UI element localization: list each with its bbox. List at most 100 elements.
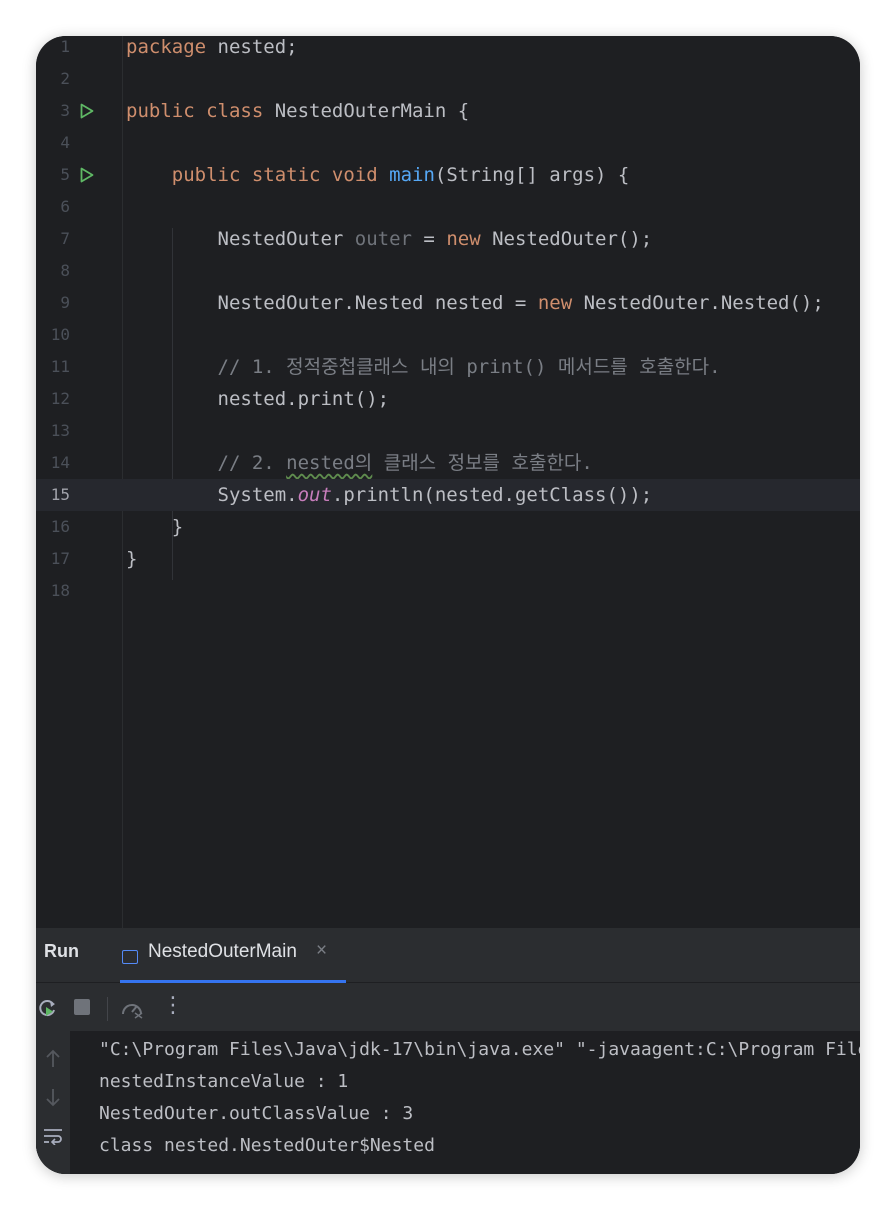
code-token: NestedOuter.Nested nested = [126,292,538,314]
code-text: } [126,511,183,543]
scroll-down-arrow-icon[interactable] [44,1087,62,1107]
code-text: package nested; [126,36,298,63]
code-line[interactable]: 11 // 1. 정적중첩클래스 내의 print() 메서드를 호출한다. [36,351,860,383]
code-text: public class NestedOuterMain { [126,95,469,127]
code-line[interactable]: 16 } [36,511,860,543]
code-line[interactable]: 14 // 2. nested의 클래스 정보를 호출한다. [36,447,860,479]
code-token: } [126,548,138,570]
code-text: System.out.println(nested.getClass()); [126,479,653,511]
line-number: 18 [50,581,70,600]
console-line: class nested.NestedOuter$Nested [99,1135,435,1156]
code-token: // 2. [126,452,287,474]
console-lines: "C:\Program Files\Java\jdk-17\bin\java.e… [99,1034,860,1162]
code-line[interactable]: 2 [36,63,860,95]
code-token: nested.print(); [126,388,390,410]
code-token: out [297,484,332,506]
code-token: // 1. 정적중첩클래스 내의 print() 메서드를 호출한다. [126,356,721,378]
code-text: // 2. nested의 클래스 정보를 호출한다. [126,447,593,479]
run-config-icon [122,950,138,964]
line-number: 11 [50,357,70,376]
line-number: 4 [60,133,70,152]
code-token: new [537,292,573,314]
code-token: public class [126,100,264,122]
code-token: nested의 [286,452,373,474]
line-number: 16 [50,517,70,536]
run-tab-bar: Run NestedOuterMain × [36,928,860,983]
line-number: 14 [50,453,70,472]
code-text: public static void main(String[] args) { [126,159,630,191]
line-number: 13 [50,421,70,440]
console-line: nestedInstanceValue : 1 [99,1071,349,1092]
code-text: NestedOuter.Nested nested = new NestedOu… [126,287,824,319]
code-text: } [126,543,137,575]
code-token: NestedOuter(); [480,228,653,250]
code-token: new [446,228,481,250]
code-token: (String[] args) { [434,164,630,186]
code-line[interactable]: 8 [36,255,860,287]
line-number: 9 [60,293,70,312]
code-token: 클래스 정보를 호출한다. [372,452,593,474]
coverage-gauge-icon[interactable] [120,998,144,1020]
code-token: } [126,516,184,538]
run-triangle-icon[interactable] [80,103,94,119]
code-token: public static void [126,164,378,186]
code-line[interactable]: 9 NestedOuter.Nested nested = new Nested… [36,287,860,319]
line-number: 5 [60,165,70,184]
code-token: nested; [206,36,298,58]
code-line[interactable]: 13 [36,415,860,447]
run-panel-title: Run [44,941,79,961]
code-line[interactable]: 17} [36,543,860,575]
code-token: NestedOuter [126,228,355,250]
code-token: NestedOuter.Nested(); [572,292,824,314]
line-number: 2 [60,69,70,88]
line-number: 12 [50,389,70,408]
ide-window: 1 package nested; 2 3 public class NestedOut… [36,36,860,1174]
more-vertical-icon[interactable]: ⋮ [162,993,184,1018]
code-editor[interactable]: 1 package nested; 2 3 public class NestedOut… [36,36,860,928]
tab-nestedoutermain[interactable]: NestedOuterMain × [120,928,346,983]
code-line[interactable]: 18 [36,575,860,607]
code-text: NestedOuter outer = new NestedOuter(); [126,223,653,255]
code-token: NestedOuterMain { [263,100,470,122]
code-line[interactable]: 6 [36,191,860,223]
code-text: nested.print(); [126,383,390,415]
code-line[interactable]: 12 nested.print(); [36,383,860,415]
stop-icon[interactable] [74,999,90,1015]
scroll-up-arrow-icon[interactable] [44,1049,62,1069]
code-line[interactable]: 1 package nested; [36,36,860,63]
console-line: "C:\Program Files\Java\jdk-17\bin\java.e… [99,1039,860,1060]
code-text: // 1. 정적중첩클래스 내의 print() 메서드를 호출한다. [126,351,721,383]
tab-label: NestedOuterMain [148,941,297,962]
run-toolbar: ⋮ [36,983,860,1031]
code-token: package [126,36,207,58]
code-token: outer [354,228,412,250]
code-token: System. [126,484,298,506]
code-line[interactable]: 10 [36,319,860,351]
code-line[interactable]: 15 System.out.println(nested.getClass())… [36,479,860,511]
line-number: 7 [60,229,70,248]
line-number: 10 [50,325,70,344]
toolbar-separator [107,997,108,1021]
soft-wrap-icon[interactable] [42,1127,64,1145]
code-line[interactable]: 3 public class NestedOuterMain { [36,95,860,127]
console-side-toolbar [36,1031,70,1174]
code-line[interactable]: 5 public static void main(String[] args)… [36,159,860,191]
line-number: 8 [60,261,70,280]
code-token: main [389,164,435,186]
tab-close-icon[interactable]: × [316,940,327,962]
run-triangle-icon[interactable] [80,167,94,183]
line-number: 15 [50,485,70,504]
code-line[interactable]: 4 [36,127,860,159]
line-number: 1 [60,37,70,56]
code-token: .println(nested.getClass()); [331,484,653,506]
console-output[interactable]: "C:\Program Files\Java\jdk-17\bin\java.e… [36,1031,860,1174]
line-number: 17 [50,549,70,568]
code-token: = [411,228,447,250]
run-tool-window: Run NestedOuterMain × ⋮ "C:\Program File… [36,928,860,1174]
line-number: 6 [60,197,70,216]
code-line[interactable]: 7 NestedOuter outer = new NestedOuter(); [36,223,860,255]
console-line: NestedOuter.outClassValue : 3 [99,1103,414,1124]
rerun-icon[interactable] [38,998,58,1018]
line-number: 3 [60,101,70,120]
